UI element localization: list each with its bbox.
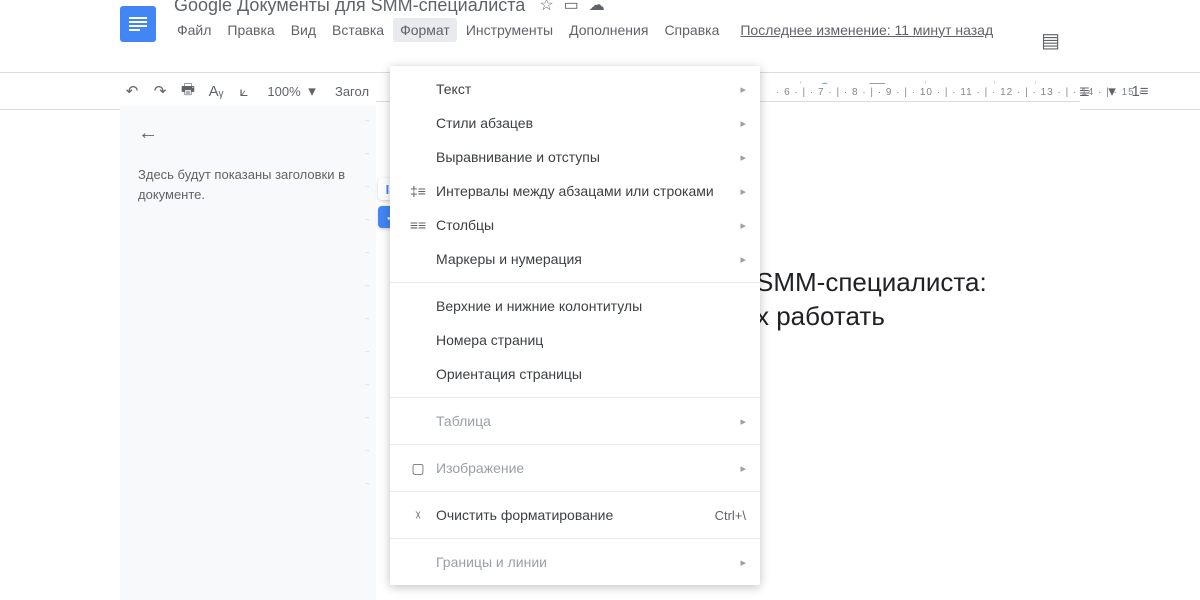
columns-icon: ≡≡ [406, 217, 430, 233]
document-heading-line2[interactable]: х работать [756, 300, 1040, 334]
menuitem-page-orientation[interactable]: Ориентация страницы [390, 357, 760, 391]
paragraph-style-select[interactable]: Загол [340, 79, 364, 103]
submenu-arrow-icon: ▸ [740, 83, 746, 96]
submenu-arrow-icon: ▸ [740, 556, 746, 569]
undo-button[interactable]: ↶ [120, 79, 144, 103]
cloud-status-icon[interactable]: ☁ [589, 0, 605, 15]
star-icon[interactable]: ☆ [539, 0, 553, 15]
line-spacing-icon: ‡≡ [406, 183, 430, 199]
menuitem-image: ▢Изображение▸ [390, 451, 760, 485]
menu-divider [390, 282, 760, 283]
menuitem-text[interactable]: Текст▸ [390, 72, 760, 106]
menu-view[interactable]: Вид [284, 18, 323, 42]
vertical-ruler: –––––––––––– [362, 106, 372, 600]
menubar: Файл Правка Вид Вставка Формат Инструмен… [170, 16, 993, 44]
move-icon[interactable]: ▭ [564, 0, 579, 15]
menuitem-table: Таблица▸ [390, 404, 760, 438]
submenu-arrow-icon: ▸ [740, 117, 746, 130]
menuitem-paragraph-styles[interactable]: Стили абзацев▸ [390, 106, 760, 140]
menu-addons[interactable]: Дополнения [562, 18, 655, 42]
zoom-caret-icon[interactable]: ▾ [300, 79, 324, 103]
open-comments-icon[interactable]: ▤ [1041, 28, 1060, 53]
menu-edit[interactable]: Правка [220, 18, 281, 42]
docs-app-icon[interactable] [120, 6, 156, 42]
document-title[interactable]: Google Документы для SMM-специалиста [170, 0, 529, 16]
submenu-arrow-icon: ▸ [740, 415, 746, 428]
menu-divider [390, 491, 760, 492]
spellcheck-button[interactable]: Aᵧ [204, 79, 228, 103]
title-bar: Google Документы для SMM-специалиста ☆ ▭… [120, 0, 1080, 32]
outline-back-icon[interactable]: ← [138, 122, 352, 145]
menu-divider [390, 538, 760, 539]
zoom-select[interactable]: 100% [272, 79, 296, 103]
image-icon: ▢ [406, 460, 430, 477]
menuitem-columns[interactable]: ≡≡Столбцы▸ [390, 208, 760, 242]
last-edit-link[interactable]: Последнее изменение: 11 минут назад [740, 22, 993, 38]
document-heading-line1[interactable]: SMM-специалиста: [756, 266, 1040, 300]
redo-button[interactable]: ↷ [148, 79, 172, 103]
format-menu-dropdown: Текст▸ Стили абзацев▸ Выравнивание и отс… [390, 66, 760, 585]
menu-file[interactable]: Файл [170, 18, 218, 42]
menu-divider [390, 397, 760, 398]
submenu-arrow-icon: ▸ [740, 151, 746, 164]
menu-help[interactable]: Справка [657, 18, 726, 42]
menuitem-align-indent[interactable]: Выравнивание и отступы▸ [390, 140, 760, 174]
submenu-arrow-icon: ▸ [740, 253, 746, 266]
outline-empty-text: Здесь будут показаны заголовки в докумен… [138, 165, 352, 204]
menu-divider [390, 444, 760, 445]
menuitem-borders-lines: Границы и линии▸ [390, 545, 760, 579]
menu-format[interactable]: Формат [393, 18, 457, 42]
submenu-arrow-icon: ▸ [740, 185, 746, 198]
print-button[interactable]: 🖶 [176, 79, 200, 103]
menuitem-headers-footers[interactable]: Верхние и нижние колонтитулы [390, 289, 760, 323]
clear-format-icon: ᵡ [406, 507, 430, 523]
submenu-arrow-icon: ▸ [740, 462, 746, 475]
menu-tools[interactable]: Инструменты [459, 18, 560, 42]
menuitem-bullets-numbering[interactable]: Маркеры и нумерация▸ [390, 242, 760, 276]
menuitem-page-numbers[interactable]: Номера страниц [390, 323, 760, 357]
menu-insert[interactable]: Вставка [325, 18, 391, 42]
submenu-arrow-icon: ▸ [740, 219, 746, 232]
menuitem-line-spacing[interactable]: ‡≡Интервалы между абзацами или строками▸ [390, 174, 760, 208]
paint-format-button[interactable]: ⟀ [232, 79, 256, 103]
menuitem-clear-formatting[interactable]: ᵡОчистить форматированиеCtrl+\ [390, 498, 760, 532]
shortcut-text: Ctrl+\ [715, 508, 746, 523]
outline-panel: ← Здесь будут показаны заголовки в докум… [120, 106, 370, 600]
